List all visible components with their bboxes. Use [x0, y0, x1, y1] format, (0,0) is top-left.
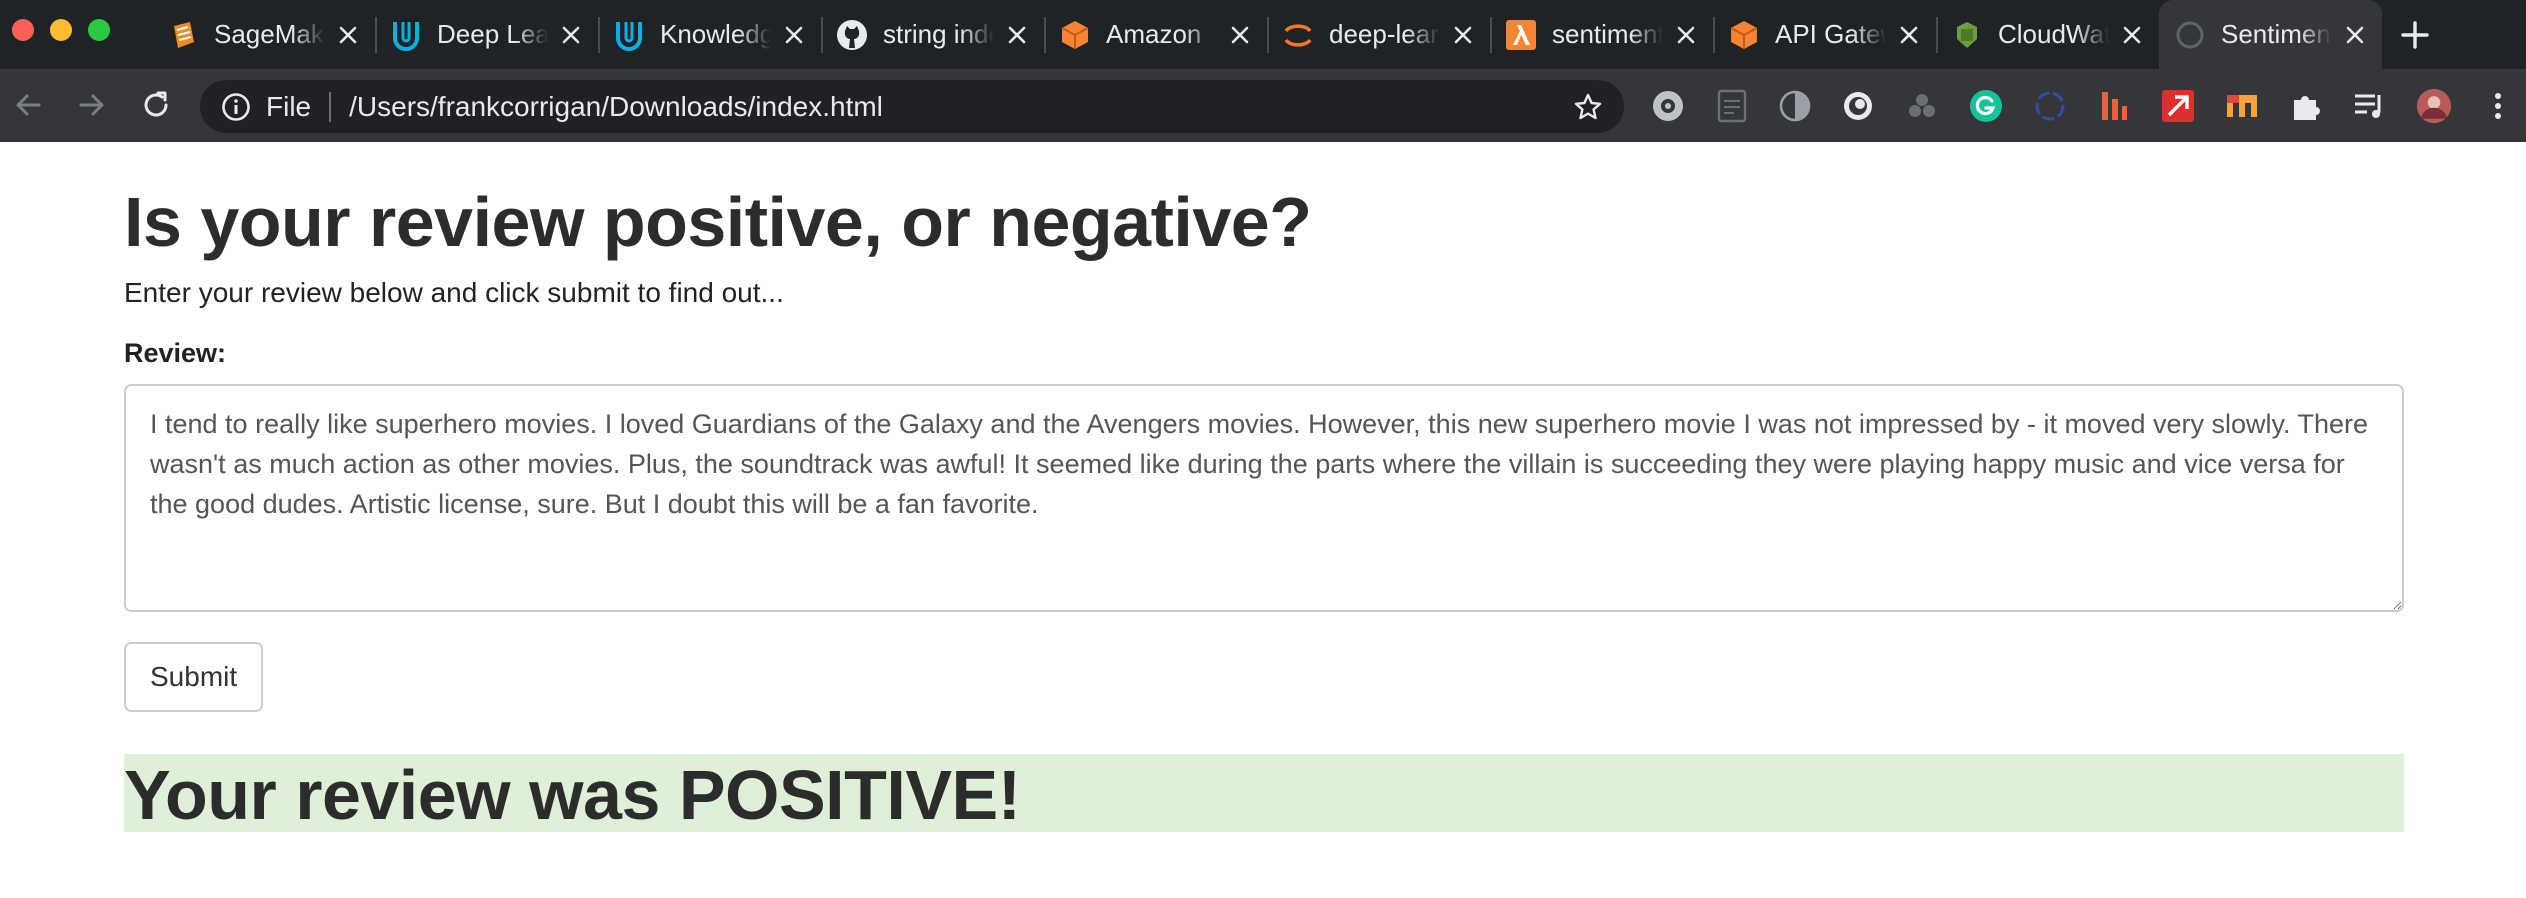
tab-title: API Gateway: [1775, 19, 1886, 49]
new-tab-button[interactable]: [2394, 14, 2436, 56]
tab-title: Deep Learning: [437, 19, 548, 49]
browser-tab[interactable]: sentiment: [1490, 0, 1713, 69]
github-icon: [835, 18, 869, 52]
omnibox-divider: [329, 91, 332, 122]
extension-icon[interactable]: [1714, 88, 1750, 124]
close-icon[interactable]: [777, 18, 811, 52]
dark-mode-icon[interactable]: [1777, 88, 1813, 124]
window-maximize-button[interactable]: [88, 19, 110, 41]
tab-title: SageMaker: [214, 19, 325, 49]
extension-icon[interactable]: [2224, 88, 2260, 124]
puzzle-piece-icon[interactable]: [2288, 88, 2324, 124]
address-bar[interactable]: File /Users/frankcorrigan/Downloads/inde…: [200, 80, 1624, 133]
tab-list: SageMaker Deep Learning Knowledge: [152, 0, 2382, 69]
udacity-icon: [389, 18, 423, 52]
browser-tab[interactable]: SageMaker: [152, 0, 375, 69]
media-controls-icon[interactable]: [2352, 88, 2388, 124]
browser-tab[interactable]: CloudWatch: [1936, 0, 2159, 69]
bookmark-star-icon[interactable]: [1568, 87, 1608, 127]
profile-avatar[interactable]: [2416, 88, 2452, 124]
tab-title: Sentiment: [2221, 19, 2332, 49]
submit-button[interactable]: Submit: [124, 642, 264, 712]
url-text[interactable]: /Users/frankcorrigan/Downloads/index.htm…: [349, 91, 1568, 123]
grammarly-icon[interactable]: [1968, 88, 2004, 124]
reload-icon: [144, 91, 168, 117]
arrow-left-icon: [16, 94, 41, 116]
tab-title: string index: [883, 19, 994, 49]
close-icon[interactable]: [2115, 18, 2149, 52]
close-icon[interactable]: [1446, 18, 1480, 52]
plus-icon: [2401, 21, 2429, 49]
url-scheme-chip: File: [266, 90, 312, 122]
arrow-right-icon: [79, 94, 104, 116]
extension-icon[interactable]: [1650, 88, 1686, 124]
close-icon[interactable]: [2338, 18, 2372, 52]
review-label: Review:: [124, 338, 227, 368]
review-textarea[interactable]: I tend to really like superhero movies. …: [124, 384, 2404, 612]
lambda-icon: [1504, 18, 1538, 52]
jupyter-icon: [1281, 18, 1315, 52]
window-minimize-button[interactable]: [50, 19, 72, 41]
tab-title: Amazon: [1106, 19, 1202, 49]
close-icon[interactable]: [1669, 18, 1703, 52]
page-subtitle: Enter your review below and click submit…: [124, 277, 784, 308]
tab-title: Knowledge: [660, 19, 771, 49]
browser-tab[interactable]: Amazon: [1044, 0, 1267, 69]
result-banner: Your review was POSITIVE!: [124, 754, 2404, 832]
extension-icon[interactable]: [1904, 88, 1940, 124]
reload-button[interactable]: [134, 83, 178, 127]
close-icon[interactable]: [554, 18, 588, 52]
browser-tab[interactable]: string index: [821, 0, 1044, 69]
tab-title: CloudWatch: [1998, 19, 2109, 49]
udacity-icon: [612, 18, 646, 52]
browser-tab-active[interactable]: Sentiment: [2159, 0, 2382, 69]
browser-tab[interactable]: API Gateway: [1713, 0, 1936, 69]
browser-tab[interactable]: Deep Learning: [375, 0, 598, 69]
tab-strip: SageMaker Deep Learning Knowledge: [0, 0, 2526, 69]
window-close-button[interactable]: [12, 19, 34, 41]
globe-icon: [2173, 18, 2207, 52]
close-icon[interactable]: [1892, 18, 1926, 52]
page-content: Is your review positive, or negative? En…: [124, 142, 2404, 832]
browser-tab[interactable]: Knowledge: [598, 0, 821, 69]
info-icon[interactable]: [220, 91, 252, 123]
extension-icon[interactable]: [2160, 88, 2196, 124]
tab-title: deep-learning: [1329, 19, 1440, 49]
close-icon[interactable]: [1000, 18, 1034, 52]
browser-toolbar: File /Users/frankcorrigan/Downloads/inde…: [0, 69, 2526, 142]
browser-tab[interactable]: deep-learning: [1267, 0, 1490, 69]
close-icon[interactable]: [1223, 18, 1257, 52]
extension-icon[interactable]: [1840, 88, 1876, 124]
menu-kebab-icon[interactable]: [2480, 88, 2516, 124]
extension-icon[interactable]: [2096, 88, 2132, 124]
forward-button[interactable]: [70, 83, 114, 127]
back-button[interactable]: [6, 83, 50, 127]
extension-icon[interactable]: [2032, 88, 2068, 124]
cloudwatch-icon: [1950, 18, 1984, 52]
sagemaker-icon: [166, 18, 200, 52]
aws-box-icon: [1058, 18, 1092, 52]
aws-box-icon: [1727, 18, 1761, 52]
page-title: Is your review positive, or negative?: [124, 183, 1312, 261]
close-icon[interactable]: [331, 18, 365, 52]
tab-title: sentiment: [1552, 19, 1663, 49]
